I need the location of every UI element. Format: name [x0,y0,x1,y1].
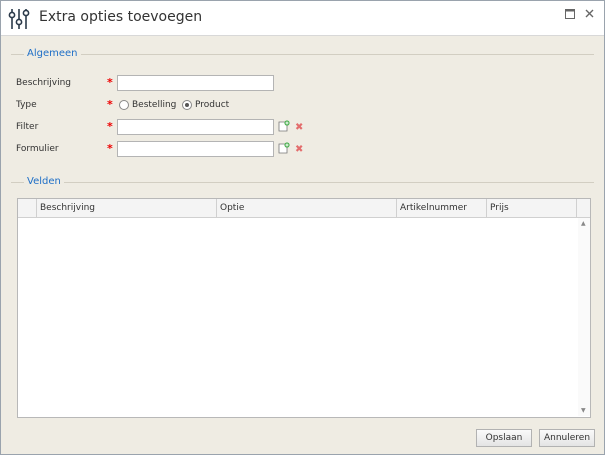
adjust-sliders-icon [8,9,30,29]
type-required-mark: * [107,98,113,111]
description-label: Beschrijving [16,78,71,88]
type-option-product-label: Product [195,100,230,110]
grid-header: Beschrijving Optie Artikelnummer Prijs [18,199,590,218]
type-radio-bestelling[interactable]: Bestelling [119,100,176,110]
radio-button-checked[interactable] [182,100,192,110]
delete-x-icon[interactable]: ✖ [295,123,304,133]
edit-add-icon[interactable] [278,142,290,154]
dialog-title: Extra opties toevoegen [39,9,203,25]
scroll-up-arrow-icon[interactable]: ▲ [581,220,586,227]
description-input[interactable] [117,75,274,91]
maximize-icon [565,9,575,19]
type-option-bestelling-label: Bestelling [132,100,177,110]
column-header-description[interactable]: Beschrijving [36,199,216,217]
form-input[interactable] [117,141,274,157]
type-radio-product[interactable]: Product [182,100,229,110]
column-header-option[interactable]: Optie [216,199,396,217]
grid-vertical-scrollbar[interactable]: ▲ ▼ [578,218,590,416]
filter-label: Filter [16,122,39,132]
form-label: Formulier [16,144,59,154]
filter-required-mark: * [107,120,113,133]
dialog-window: Extra opties toevoegen Algemeen Beschrij… [0,0,605,455]
edit-add-icon[interactable] [278,120,290,132]
form-required-mark: * [107,142,113,155]
close-icon [585,9,593,18]
section-divider-fields [11,182,594,183]
title-bar: Extra opties toevoegen [1,1,604,36]
fields-grid: Beschrijving Optie Artikelnummer Prijs ▲… [17,198,591,418]
section-title-fields: Velden [24,176,64,187]
radio-button[interactable] [119,100,129,110]
column-header-article-number[interactable]: Artikelnummer [396,199,486,217]
column-header-price[interactable]: Prijs [486,199,576,217]
maximize-button[interactable] [563,9,577,23]
delete-x-icon[interactable]: ✖ [295,145,304,155]
save-button[interactable]: Opslaan [476,429,532,447]
column-header-spacer [576,199,587,217]
cancel-button[interactable]: Annuleren [539,429,595,447]
section-title-general: Algemeen [24,48,81,59]
scroll-down-arrow-icon[interactable]: ▼ [581,407,586,414]
type-label: Type [16,100,37,110]
filter-input[interactable] [117,119,274,135]
section-divider-general [11,54,594,55]
description-required-mark: * [107,76,113,89]
close-button[interactable] [582,9,596,23]
